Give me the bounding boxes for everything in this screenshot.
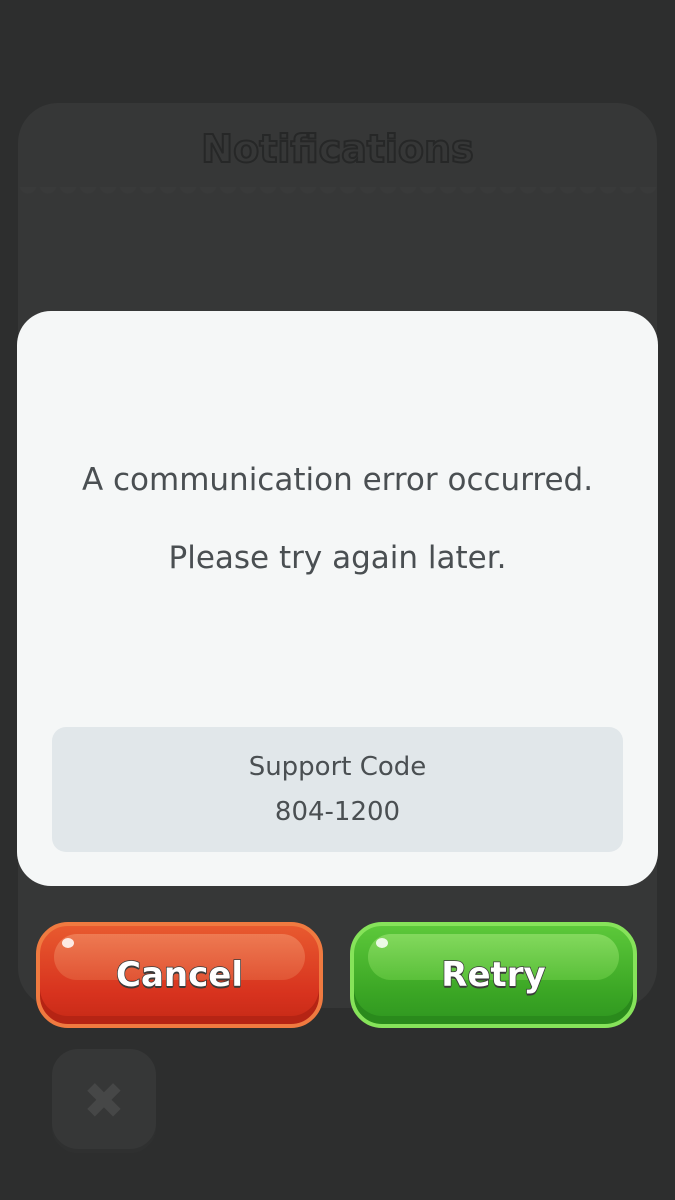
support-code-value: 804-1200 [274, 797, 401, 827]
cancel-button-label: Cancel [115, 954, 243, 996]
retry-button-label: Retry [441, 954, 547, 996]
panel-header-edge [18, 187, 657, 201]
close-button[interactable]: ✖ [52, 1049, 156, 1153]
retry-button[interactable]: Retry [350, 922, 637, 1028]
error-dialog: A communication error occurred. Please t… [17, 311, 658, 886]
support-code-box: Support Code 804-1200 [52, 727, 623, 852]
close-icon: ✖ [83, 1072, 125, 1130]
button-sparkle [376, 938, 388, 948]
button-sparkle [62, 938, 74, 948]
error-message: A communication error occurred. Please t… [57, 459, 618, 579]
support-code-label: Support Code [248, 752, 427, 782]
cancel-button[interactable]: Cancel [36, 922, 323, 1028]
retry-hint: Please try again later. [168, 540, 507, 576]
panel-title: Notifications [200, 126, 474, 172]
error-message-line: A communication error occurred. [81, 462, 594, 498]
